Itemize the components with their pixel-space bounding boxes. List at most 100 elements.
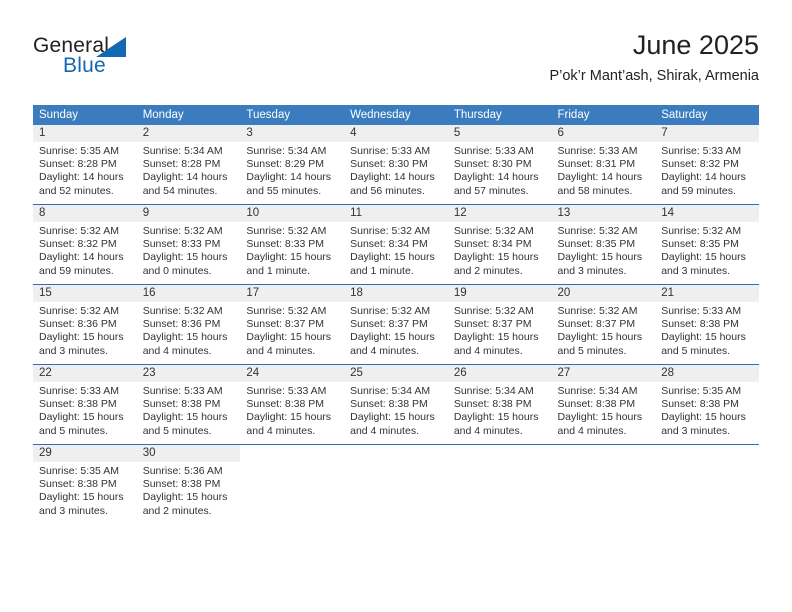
calendar-day-cell[interactable]: 7 Sunrise: 5:33 AM Sunset: 8:32 PM Daylight… bbox=[655, 125, 759, 205]
day-cell-inner: 15 Sunrise: 5:32 AM Sunset: 8:36 PM Dayligh… bbox=[33, 285, 137, 364]
calendar-day-cell[interactable]: 24 Sunrise: 5:33 AM Sunset: 8:38 PM Dayligh… bbox=[240, 364, 345, 445]
day-cell-inner: 28 Sunrise: 5:35 AM Sunset: 8:38 PM Dayligh… bbox=[655, 365, 759, 444]
weekday-header-tuesday: Tuesday bbox=[240, 105, 345, 125]
day-details: Sunrise: 5:32 AM Sunset: 8:37 PM Daylight:… bbox=[344, 302, 448, 358]
day-cell-inner: 2 Sunrise: 5:34 AM Sunset: 8:28 PM Daylight… bbox=[136, 125, 241, 204]
day-details: Sunrise: 5:34 AM Sunset: 8:38 PM Daylight:… bbox=[448, 382, 552, 438]
sunrise-text: Sunrise: 5:32 AM bbox=[350, 225, 431, 237]
daylight-text: Daylight: 15 hours and 4 minutes. bbox=[350, 411, 435, 437]
day-details: Sunrise: 5:34 AM Sunset: 8:28 PM Daylight:… bbox=[137, 142, 241, 198]
day-cell-inner: 11 Sunrise: 5:32 AM Sunset: 8:34 PM Dayligh… bbox=[344, 205, 448, 284]
calendar-day-cell[interactable]: 27 Sunrise: 5:34 AM Sunset: 8:38 PM Dayligh… bbox=[551, 364, 656, 445]
sunrise-text: Sunrise: 5:32 AM bbox=[246, 305, 327, 317]
calendar-day-cell[interactable]: 21 Sunrise: 5:33 AM Sunset: 8:38 PM Dayligh… bbox=[655, 284, 759, 365]
day-details: Sunrise: 5:32 AM Sunset: 8:37 PM Daylight:… bbox=[240, 302, 344, 358]
day-details: Sunrise: 5:33 AM Sunset: 8:32 PM Daylight:… bbox=[655, 142, 759, 198]
sunset-text: Sunset: 8:37 PM bbox=[246, 318, 325, 331]
sunset-text: Sunset: 8:35 PM bbox=[557, 238, 636, 251]
day-number: 28 bbox=[655, 365, 759, 382]
sunset-text: Sunset: 8:30 PM bbox=[350, 158, 428, 171]
daylight-text: Daylight: 14 hours and 56 minutes. bbox=[350, 171, 435, 197]
calendar-day-cell[interactable]: 8 Sunrise: 5:32 AM Sunset: 8:32 PM Daylight… bbox=[33, 204, 137, 285]
day-number: 22 bbox=[33, 365, 137, 382]
daylight-text: Daylight: 14 hours and 57 minutes. bbox=[453, 171, 539, 197]
calendar-day-cell[interactable]: 3 Sunrise: 5:34 AM Sunset: 8:29 PM Daylight… bbox=[240, 125, 345, 205]
day-number: 8 bbox=[33, 205, 137, 222]
sunset-text: Sunset: 8:31 PM bbox=[557, 158, 636, 171]
sunrise-text: Sunrise: 5:36 AM bbox=[142, 465, 223, 477]
logo-text-blue: Blue bbox=[63, 54, 106, 77]
sunrise-text: Sunrise: 5:32 AM bbox=[142, 225, 223, 237]
sunset-text: Sunset: 8:38 PM bbox=[142, 478, 221, 491]
calendar-day-cell[interactable]: 12 Sunrise: 5:32 AM Sunset: 8:34 PM Dayligh… bbox=[447, 204, 552, 285]
sunrise-text: Sunrise: 5:32 AM bbox=[557, 305, 638, 317]
calendar-day-cell[interactable]: 17 Sunrise: 5:32 AM Sunset: 8:37 PM Dayligh… bbox=[240, 284, 345, 365]
sunrise-text: Sunrise: 5:32 AM bbox=[661, 225, 742, 237]
calendar-week-row: 15 Sunrise: 5:32 AM Sunset: 8:36 PM Dayligh… bbox=[33, 284, 759, 365]
calendar-day-cell[interactable]: 22 Sunrise: 5:33 AM Sunset: 8:38 PM Dayligh… bbox=[33, 364, 137, 445]
calendar-day-cell[interactable]: 23 Sunrise: 5:33 AM Sunset: 8:38 PM Dayligh… bbox=[136, 364, 241, 445]
sunrise-text: Sunrise: 5:34 AM bbox=[557, 385, 638, 397]
calendar-day-cell[interactable]: 6 Sunrise: 5:33 AM Sunset: 8:31 PM Daylight… bbox=[551, 125, 656, 205]
calendar-day-cell[interactable]: 30 Sunrise: 5:36 AM Sunset: 8:38 PM Dayligh… bbox=[136, 444, 241, 524]
daylight-text: Daylight: 15 hours and 5 minutes. bbox=[142, 411, 228, 437]
day-details: Sunrise: 5:33 AM Sunset: 8:38 PM Daylight:… bbox=[655, 302, 759, 358]
day-details: Sunrise: 5:32 AM Sunset: 8:34 PM Daylight:… bbox=[448, 222, 552, 278]
calendar-day-cell[interactable]: 2 Sunrise: 5:34 AM Sunset: 8:28 PM Daylight… bbox=[136, 125, 241, 205]
weekday-header-monday: Monday bbox=[136, 105, 241, 125]
day-details: Sunrise: 5:33 AM Sunset: 8:31 PM Daylight:… bbox=[552, 142, 656, 198]
calendar-day-cell[interactable]: 16 Sunrise: 5:32 AM Sunset: 8:36 PM Dayligh… bbox=[136, 284, 241, 365]
day-details: Sunrise: 5:33 AM Sunset: 8:30 PM Daylight:… bbox=[448, 142, 552, 198]
calendar-day-cell[interactable]: 19 Sunrise: 5:32 AM Sunset: 8:37 PM Dayligh… bbox=[447, 284, 552, 365]
day-number: 10 bbox=[240, 205, 345, 222]
daylight-text: Daylight: 15 hours and 4 minutes. bbox=[246, 411, 332, 437]
sunset-text: Sunset: 8:38 PM bbox=[39, 478, 117, 491]
day-details: Sunrise: 5:32 AM Sunset: 8:33 PM Daylight:… bbox=[137, 222, 241, 278]
daylight-text: Daylight: 15 hours and 5 minutes. bbox=[557, 331, 643, 357]
day-number: 2 bbox=[136, 125, 241, 142]
general-blue-logo[interactable]: General Blue bbox=[33, 34, 233, 90]
day-number: 30 bbox=[136, 445, 241, 462]
calendar-day-cell[interactable]: 13 Sunrise: 5:32 AM Sunset: 8:35 PM Dayligh… bbox=[551, 204, 656, 285]
calendar-day-cell[interactable]: 11 Sunrise: 5:32 AM Sunset: 8:34 PM Dayligh… bbox=[344, 204, 448, 285]
day-cell-inner: 17 Sunrise: 5:32 AM Sunset: 8:37 PM Dayligh… bbox=[240, 285, 345, 364]
day-details: Sunrise: 5:32 AM Sunset: 8:35 PM Daylight:… bbox=[552, 222, 656, 278]
day-cell-inner: 19 Sunrise: 5:32 AM Sunset: 8:37 PM Dayligh… bbox=[447, 285, 552, 364]
calendar-day-cell[interactable]: 10 Sunrise: 5:32 AM Sunset: 8:33 PM Dayligh… bbox=[240, 204, 345, 285]
day-details: Sunrise: 5:35 AM Sunset: 8:38 PM Daylight:… bbox=[655, 382, 759, 438]
sunrise-text: Sunrise: 5:34 AM bbox=[453, 385, 534, 397]
calendar-day-cell[interactable]: 28 Sunrise: 5:35 AM Sunset: 8:38 PM Dayligh… bbox=[655, 364, 759, 445]
calendar-day-cell[interactable]: 1 Sunrise: 5:35 AM Sunset: 8:28 PM Daylight… bbox=[33, 125, 137, 205]
day-details: Sunrise: 5:32 AM Sunset: 8:37 PM Daylight:… bbox=[552, 302, 656, 358]
calendar-day-cell[interactable]: 18 Sunrise: 5:32 AM Sunset: 8:37 PM Dayligh… bbox=[344, 284, 448, 365]
calendar-day-cell[interactable]: 15 Sunrise: 5:32 AM Sunset: 8:36 PM Dayligh… bbox=[33, 284, 137, 365]
day-number: 23 bbox=[136, 365, 241, 382]
day-cell-inner: 4 Sunrise: 5:33 AM Sunset: 8:30 PM Daylight… bbox=[344, 125, 448, 204]
sunrise-text: Sunrise: 5:32 AM bbox=[557, 225, 638, 237]
sunset-text: Sunset: 8:35 PM bbox=[661, 238, 739, 251]
day-cell-inner bbox=[448, 445, 552, 524]
page-title: June 2025 bbox=[632, 30, 759, 60]
sunrise-text: Sunrise: 5:32 AM bbox=[246, 225, 327, 237]
daylight-text: Daylight: 15 hours and 3 minutes. bbox=[39, 331, 124, 357]
calendar-day-cell[interactable]: 9 Sunrise: 5:32 AM Sunset: 8:33 PM Daylight… bbox=[136, 204, 241, 285]
calendar-day-cell[interactable]: 5 Sunrise: 5:33 AM Sunset: 8:30 PM Daylight… bbox=[447, 125, 552, 205]
sunrise-text: Sunrise: 5:32 AM bbox=[39, 305, 119, 317]
calendar-day-cell[interactable]: 25 Sunrise: 5:34 AM Sunset: 8:38 PM Dayligh… bbox=[344, 364, 448, 445]
daylight-text: Daylight: 15 hours and 2 minutes. bbox=[453, 251, 539, 277]
day-cell-inner: 6 Sunrise: 5:33 AM Sunset: 8:31 PM Daylight… bbox=[551, 125, 656, 204]
sunrise-text: Sunrise: 5:35 AM bbox=[39, 145, 119, 157]
day-number: 7 bbox=[655, 125, 759, 142]
calendar-day-cell[interactable]: 14 Sunrise: 5:32 AM Sunset: 8:35 PM Dayligh… bbox=[655, 204, 759, 285]
daylight-text: Daylight: 15 hours and 4 minutes. bbox=[557, 411, 643, 437]
day-number bbox=[344, 445, 448, 462]
page-subtitle-location: P’ok’r Mant’ash, Shirak, Armenia bbox=[549, 68, 759, 84]
calendar-day-cell[interactable]: 20 Sunrise: 5:32 AM Sunset: 8:37 PM Dayligh… bbox=[551, 284, 656, 365]
day-cell-inner: 1 Sunrise: 5:35 AM Sunset: 8:28 PM Daylight… bbox=[33, 125, 137, 204]
calendar-day-cell[interactable]: 4 Sunrise: 5:33 AM Sunset: 8:30 PM Daylight… bbox=[344, 125, 448, 205]
sunset-text: Sunset: 8:38 PM bbox=[557, 398, 636, 411]
sunset-text: Sunset: 8:30 PM bbox=[453, 158, 532, 171]
day-number: 12 bbox=[447, 205, 552, 222]
calendar-day-cell[interactable]: 26 Sunrise: 5:34 AM Sunset: 8:38 PM Dayligh… bbox=[447, 364, 552, 445]
calendar-day-cell[interactable]: 29 Sunrise: 5:35 AM Sunset: 8:38 PM Dayligh… bbox=[33, 444, 137, 524]
